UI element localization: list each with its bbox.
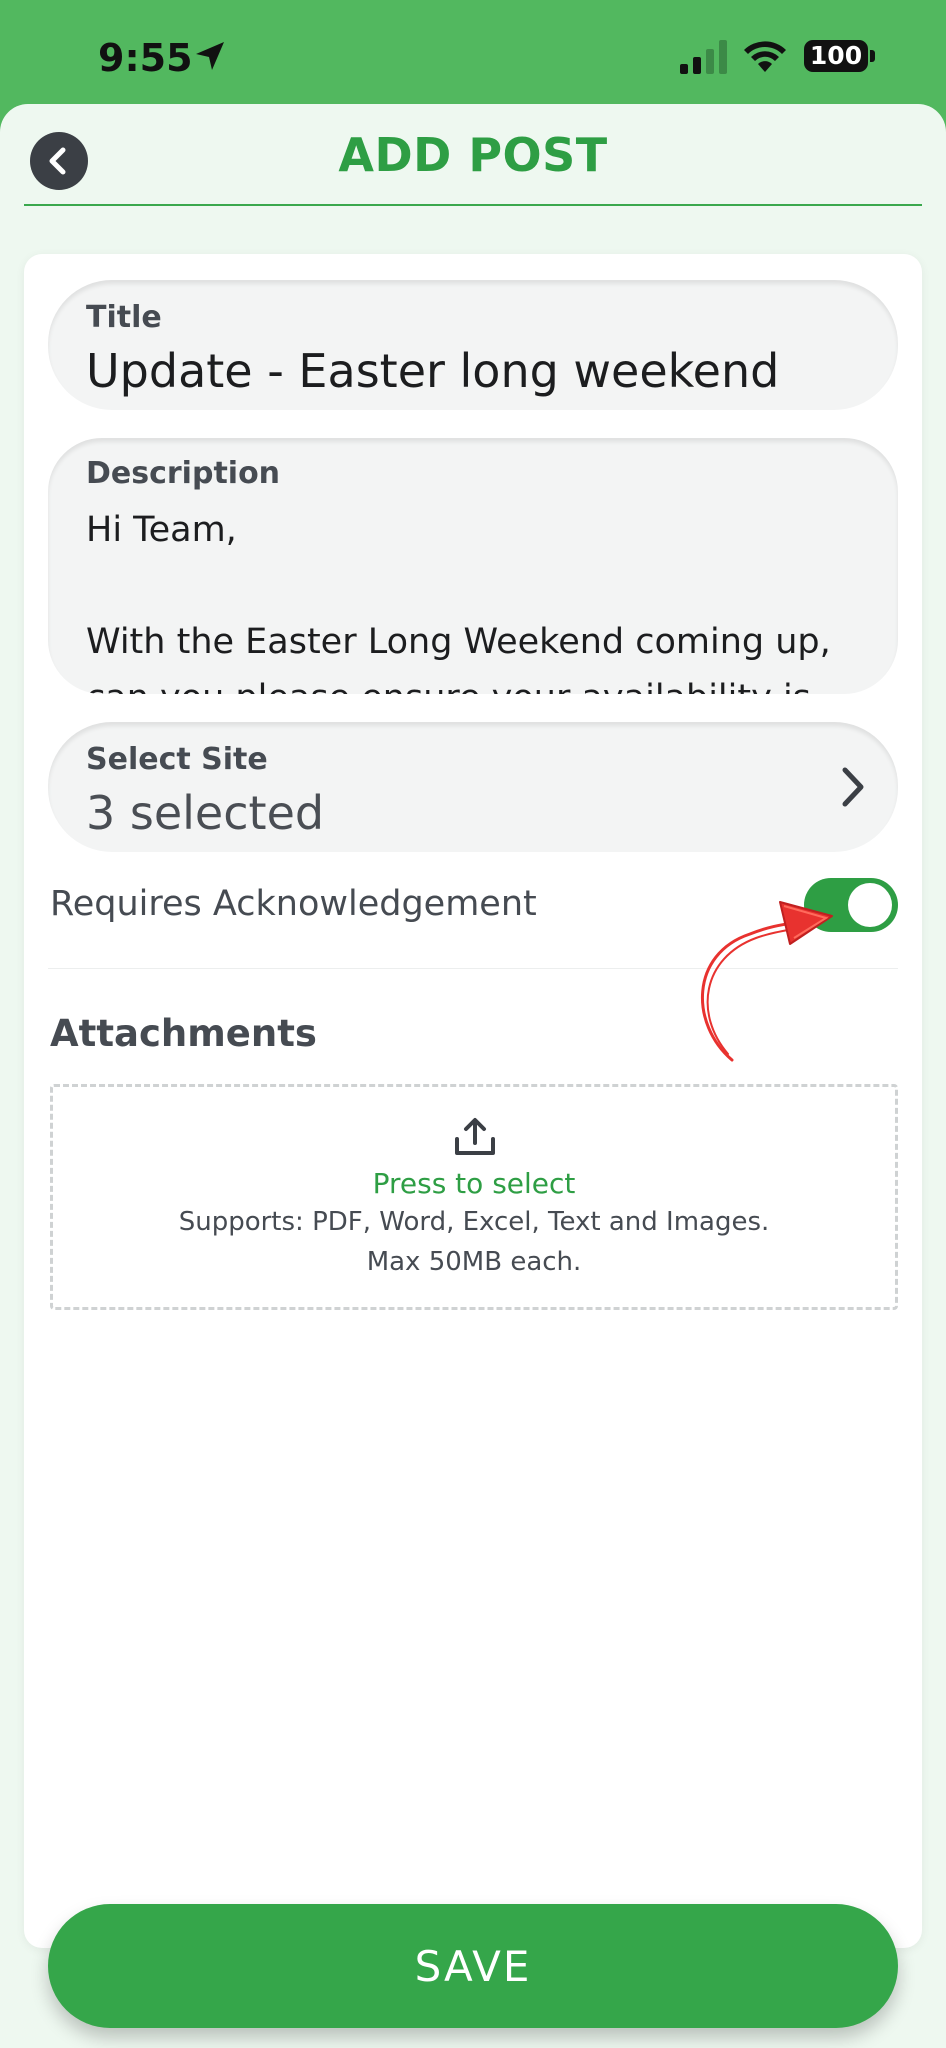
title-field[interactable]: Title Update - Easter long weekend	[48, 280, 898, 410]
status-bar: 9:55 100	[0, 0, 946, 104]
form-card: Title Update - Easter long weekend Descr…	[24, 254, 922, 1948]
location-arrow-icon	[196, 42, 224, 70]
chevron-right-icon	[842, 767, 864, 807]
wifi-icon	[744, 41, 786, 72]
description-field[interactable]: Description Hi Team, With the Easter Lon…	[48, 438, 898, 694]
description-input[interactable]: Hi Team, With the Easter Long Weekend co…	[86, 502, 886, 694]
save-button[interactable]: SAVE	[48, 1904, 898, 2028]
header-divider	[24, 204, 922, 206]
battery-nub	[870, 50, 875, 62]
select-site-label: Select Site	[86, 742, 268, 777]
attachments-heading: Attachments	[50, 1012, 317, 1055]
description-label: Description	[86, 456, 281, 491]
supported-formats-text: Supports: PDF, Word, Excel, Text and Ima…	[178, 1207, 770, 1237]
select-site-value: 3 selected	[86, 786, 325, 840]
attachment-dropzone[interactable]: Press to select Supports: PDF, Word, Exc…	[50, 1084, 898, 1310]
title-input[interactable]: Update - Easter long weekend	[86, 344, 779, 398]
acknowledgement-label: Requires Acknowledgement	[50, 884, 537, 924]
title-label: Title	[86, 300, 162, 335]
page-title: ADD POST	[338, 128, 608, 182]
status-time: 9:55	[98, 36, 193, 80]
select-site-field[interactable]: Select Site 3 selected	[48, 722, 898, 852]
annotation-arrow-icon	[701, 901, 833, 1062]
upload-icon	[455, 1118, 495, 1155]
header: ADD POST	[0, 104, 946, 206]
max-size-text: Max 50MB each.	[366, 1247, 582, 1277]
press-to-select-text[interactable]: Press to select	[53, 1167, 895, 1200]
battery-icon: 100	[804, 40, 868, 72]
add-post-screen: ADD POST Title Update - Easter long week…	[0, 104, 946, 2048]
cellular-signal-icon	[680, 40, 727, 74]
